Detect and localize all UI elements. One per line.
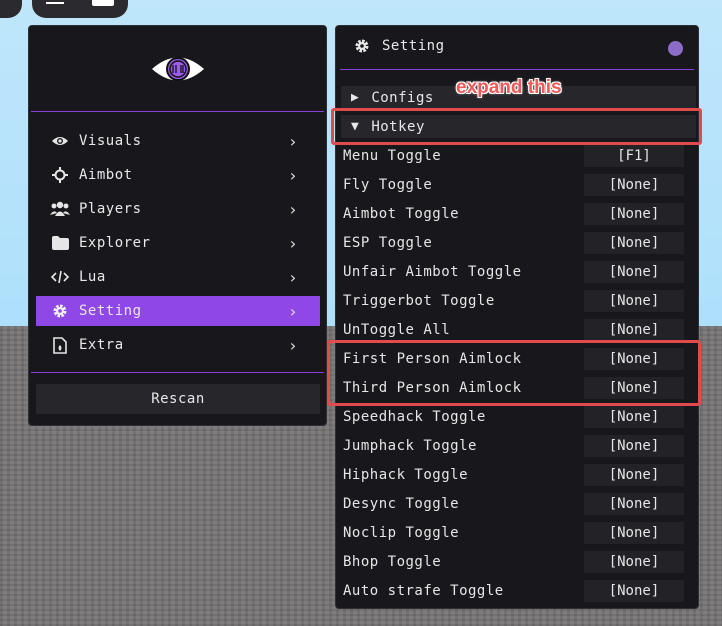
hotkey-row: Hiphack Toggle [None] [343,463,688,487]
sidebar-item-label: Extra [79,337,124,353]
chevron-right-icon: › [288,199,298,219]
hotkey-label: Hiphack Toggle [343,467,469,483]
folder-icon [49,236,71,250]
sidebar-item-label: Lua [79,269,106,285]
annotation-highlight-aimlock [327,340,701,406]
annotation-highlight-hotkey [331,108,702,145]
sidebar-item-players[interactable]: Players › [36,194,320,224]
hotkey-row: UnToggle All [None] [343,318,688,342]
sidebar-item-aimbot[interactable]: Aimbot › [36,160,320,190]
hotkey-label: Noclip Toggle [343,525,460,541]
hotkey-label: Auto strafe Toggle [343,583,504,599]
hotkey-keybind-button[interactable]: [None] [584,493,684,515]
hotkey-row: Noclip Toggle [None] [343,521,688,545]
hotkey-label: UnToggle All [343,322,451,338]
rescan-button[interactable]: Rescan [36,384,320,414]
file-icon [49,336,71,354]
hotkey-keybind-button[interactable]: [F1] [584,145,684,167]
sidebar-item-visuals[interactable]: Visuals › [36,126,320,156]
sidebar-item-explorer[interactable]: Explorer › [36,228,320,258]
hotkey-keybind-button[interactable]: [None] [584,203,684,225]
gear-icon [354,38,370,54]
eye-logo [150,52,206,86]
hotkey-keybind-button[interactable]: [None] [584,232,684,254]
hotkey-row: Speedhack Toggle [None] [343,405,688,429]
hotkey-label: Jumphack Toggle [343,438,477,454]
hotkey-row: Unfair Aimbot Toggle [None] [343,260,688,284]
sidebar-item-lua[interactable]: Lua › [36,262,320,292]
chevron-right-icon: › [288,165,298,185]
hotkey-label: Menu Toggle [343,148,442,164]
eye-icon [49,135,71,147]
sidebar-item-label: Setting [79,303,142,319]
sidebar-item-label: Players [79,201,142,217]
hotkey-label: Aimbot Toggle [343,206,460,222]
hotkey-label: ESP Toggle [343,235,433,251]
menu-icon [46,2,64,4]
hotkey-row: Jumphack Toggle [None] [343,434,688,458]
hotkey-keybind-button[interactable]: [None] [584,435,684,457]
code-icon [49,270,71,284]
hotkey-row: Desync Toggle [None] [343,492,688,516]
chevron-right-icon: › [288,131,298,151]
status-dot [668,41,683,56]
sidebar-item-label: Explorer [79,235,151,251]
hotkey-row: ESP Toggle [None] [343,231,688,255]
gear-icon [49,303,71,319]
settings-header: Setting [354,38,445,54]
hotkey-label: Speedhack Toggle [343,409,486,425]
hotkey-label: Desync Toggle [343,496,460,512]
hotkey-row: Menu Toggle [F1] [343,144,688,168]
hotkey-label: Fly Toggle [343,177,433,193]
hotkey-keybind-button[interactable]: [None] [584,464,684,486]
chat-icon [92,0,114,6]
chevron-right-icon: › [288,267,298,287]
triangle-right-icon: ▶ [351,90,360,105]
sidebar-item-setting[interactable]: Setting › [36,296,320,326]
hotkey-keybind-button[interactable]: [None] [584,261,684,283]
hotkey-label: Triggerbot Toggle [343,293,495,309]
top-bar-menu-button[interactable] [32,0,128,18]
header-divider [31,111,324,112]
hotkey-keybind-button[interactable]: [None] [584,551,684,573]
hotkey-label: Unfair Aimbot Toggle [343,264,522,280]
chevron-right-icon: › [288,233,298,253]
hotkey-row: Triggerbot Toggle [None] [343,289,688,313]
hotkey-row: Fly Toggle [None] [343,173,688,197]
crosshair-icon [49,167,71,183]
hotkey-keybind-button[interactable]: [None] [584,522,684,544]
settings-title: Setting [382,38,445,54]
footer-divider [31,372,324,373]
hotkey-keybind-button[interactable]: [None] [584,406,684,428]
hotkey-row: Bhop Toggle [None] [343,550,688,574]
hotkey-keybind-button[interactable]: [None] [584,290,684,312]
sidebar-item-label: Visuals [79,133,142,149]
main-menu-panel: Visuals › Aimbot › Players › Explorer › … [28,25,327,426]
users-icon [49,201,71,217]
hotkey-row: Aimbot Toggle [None] [343,202,688,226]
hotkey-keybind-button[interactable]: [None] [584,174,684,196]
chevron-right-icon: › [288,335,298,355]
hotkey-label: Bhop Toggle [343,554,442,570]
sidebar-item-extra[interactable]: Extra › [36,330,320,360]
hotkey-row: Auto strafe Toggle [None] [343,579,688,603]
top-bar-button-left[interactable] [0,0,22,18]
annotation-text: expand this [456,77,562,98]
hotkey-keybind-button[interactable]: [None] [584,319,684,341]
chevron-right-icon: › [288,301,298,321]
sidebar-item-label: Aimbot [79,167,133,183]
hotkey-keybind-button[interactable]: [None] [584,580,684,602]
settings-header-divider [340,69,694,70]
section-label: Configs [371,89,434,106]
